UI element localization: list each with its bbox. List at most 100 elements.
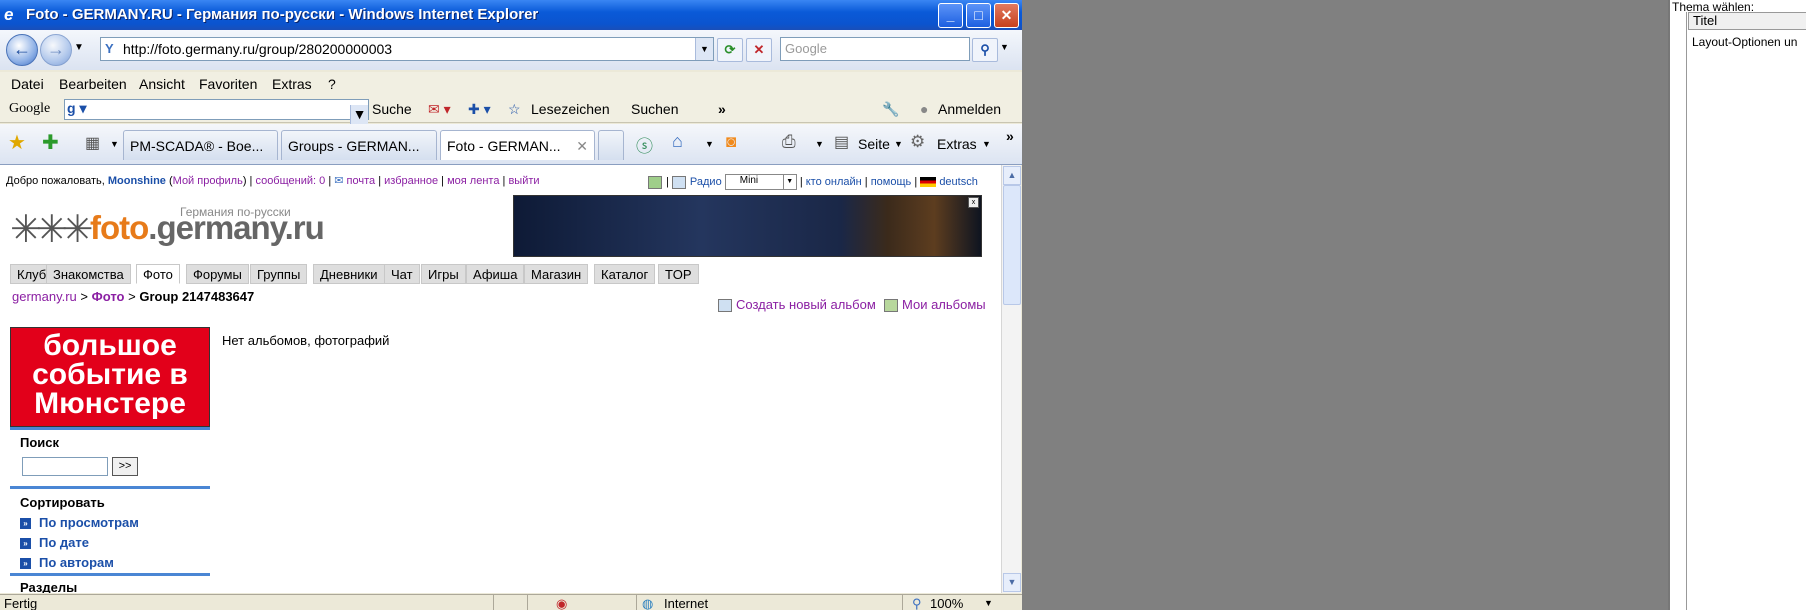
privacy-icon[interactable]: ◉: [556, 596, 567, 610]
ad-banner[interactable]: x: [513, 195, 982, 257]
scroll-thumb[interactable]: [1003, 185, 1021, 305]
skype-icon[interactable]: ⓢ: [636, 132, 653, 157]
crumb-site[interactable]: germany.ru: [12, 289, 77, 304]
google-plus-icon[interactable]: ✚ ▾: [468, 101, 491, 118]
create-album-link[interactable]: Создать новый альбом: [718, 297, 876, 313]
tab-pm-scada[interactable]: PM-SCADA® - Boe...: [123, 130, 278, 160]
nav-shop[interactable]: Магазин: [524, 264, 589, 284]
scroll-up-icon[interactable]: ▲: [1003, 166, 1021, 185]
menu-datei[interactable]: Datei: [11, 76, 44, 92]
sidebar-search-input[interactable]: [22, 457, 108, 476]
menu-extras[interactable]: Extras: [272, 76, 312, 92]
search-options-icon[interactable]: ▼: [1000, 42, 1009, 52]
minimize-button[interactable]: _: [938, 3, 963, 28]
forward-icon[interactable]: →: [40, 34, 72, 66]
tab-foto[interactable]: Foto - GERMAN... ✕: [440, 130, 595, 160]
stop-icon[interactable]: ✕: [746, 38, 772, 62]
layout-options-row[interactable]: Layout-Optionen un: [1692, 35, 1797, 49]
nav-groups[interactable]: Группы: [250, 264, 308, 284]
divider: [10, 427, 210, 430]
anmelden-button[interactable]: Anmelden: [938, 101, 1001, 117]
print-icon[interactable]: ⎙: [782, 132, 796, 152]
extras-dropdown-icon[interactable]: ▼: [982, 139, 991, 149]
tab-close-icon[interactable]: ✕: [576, 131, 588, 160]
anmelden-icon: ●: [920, 101, 929, 117]
back-icon[interactable]: ←: [6, 34, 38, 66]
print-dropdown-icon[interactable]: ▼: [815, 139, 824, 149]
radio-link[interactable]: Радио: [690, 176, 722, 188]
favorites-link[interactable]: избранное: [384, 175, 438, 187]
help-link[interactable]: помощь: [871, 176, 912, 188]
tab-list-icon[interactable]: ▼: [110, 139, 119, 149]
extras-button[interactable]: Extras: [937, 136, 977, 152]
search-go-icon[interactable]: ⚲: [972, 38, 998, 62]
username-link[interactable]: Moonshine: [108, 175, 166, 187]
new-tab-button[interactable]: [598, 130, 624, 160]
google-search-input[interactable]: g ▾ ▼: [64, 99, 369, 124]
add-favorite-icon[interactable]: ✚: [42, 130, 59, 155]
my-albums-link[interactable]: Мои альбомы: [884, 297, 986, 313]
banner-close-icon[interactable]: x: [968, 197, 979, 208]
online-link[interactable]: кто онлайн: [806, 176, 862, 188]
nav-forums[interactable]: Форумы: [186, 264, 249, 284]
nav-games[interactable]: Игры: [421, 264, 466, 284]
sort-by-date[interactable]: » По дате: [20, 535, 89, 550]
nav-diaries[interactable]: Дневники: [313, 264, 385, 284]
home-dropdown-icon[interactable]: ▼: [705, 139, 714, 149]
zoom-level[interactable]: 100%: [930, 596, 963, 610]
nav-chat[interactable]: Чат: [384, 264, 420, 284]
sort-by-author[interactable]: » По авторам: [20, 555, 114, 570]
menu-favoriten[interactable]: Favoriten: [199, 76, 257, 92]
google-search-button[interactable]: Suche: [372, 101, 412, 117]
google-tools-icon[interactable]: ✉ ▾: [428, 101, 451, 118]
wrench-icon[interactable]: 🔧: [882, 101, 899, 118]
maximize-button[interactable]: □: [966, 3, 991, 28]
menu-bearbeiten[interactable]: Bearbeiten: [59, 76, 127, 92]
messages-link[interactable]: сообщений: 0: [255, 175, 325, 187]
quick-tabs-icon[interactable]: ▦: [85, 133, 100, 153]
mail-link[interactable]: почта: [347, 175, 376, 187]
toolbar-more-icon[interactable]: »: [1006, 128, 1014, 144]
favorites-star-icon[interactable]: ★: [8, 130, 26, 155]
suchen-button[interactable]: Suchen: [631, 101, 678, 117]
arrow-bullet-icon: »: [20, 518, 31, 530]
seite-dropdown-icon[interactable]: ▼: [894, 139, 903, 149]
title-column-header[interactable]: Titel: [1688, 12, 1806, 30]
mini-select[interactable]: Mini ▼: [724, 174, 797, 190]
site-logo-icon[interactable]: ✳✳✳: [10, 207, 93, 252]
history-dropdown-icon[interactable]: ▼: [74, 42, 84, 53]
feeds-icon[interactable]: ◙: [726, 132, 736, 152]
vertical-scrollbar[interactable]: ▲ ▼: [1001, 165, 1021, 593]
close-button[interactable]: ✕: [994, 3, 1019, 28]
nav-poster[interactable]: Афиша: [466, 264, 525, 284]
google-dropdown-icon[interactable]: ▼: [350, 105, 368, 124]
title-bar[interactable]: e Foto - GERMANY.RU - Германия по-русски…: [0, 0, 1022, 30]
calendar-icon[interactable]: [648, 175, 662, 189]
search-input[interactable]: Google: [780, 37, 970, 61]
sort-by-views[interactable]: » По просмотрам: [20, 515, 139, 530]
seite-button[interactable]: Seite: [858, 136, 890, 152]
address-bar[interactable]: Y http://foto.germany.ru/group/280200000…: [100, 37, 714, 61]
bookmarks-button[interactable]: Lesezeichen: [531, 101, 610, 117]
nav-foto[interactable]: Фото: [136, 264, 180, 284]
address-dropdown-icon[interactable]: ▼: [695, 38, 713, 60]
feed-link[interactable]: моя лента: [447, 175, 499, 187]
nav-top[interactable]: TOP: [658, 264, 699, 284]
menu-ansicht[interactable]: Ansicht: [139, 76, 185, 92]
nav-dating[interactable]: Знакомства: [46, 264, 131, 284]
home-icon[interactable]: ⌂: [672, 131, 683, 152]
tab-groups[interactable]: Groups - GERMAN...: [281, 130, 437, 160]
nav-catalog[interactable]: Каталог: [594, 264, 656, 284]
menu-help[interactable]: ?: [328, 76, 336, 92]
refresh-icon[interactable]: ⟳: [717, 38, 743, 62]
more-button[interactable]: »: [718, 101, 726, 117]
crumb-foto[interactable]: Фото: [92, 289, 125, 304]
promo-banner[interactable]: большое событие в Мюнстере: [10, 327, 210, 427]
divider: [636, 595, 637, 610]
zoom-dropdown-icon[interactable]: ▼: [984, 598, 993, 608]
language-link[interactable]: deutsch: [939, 176, 978, 188]
sidebar-search-button[interactable]: >>: [112, 457, 138, 476]
scroll-down-icon[interactable]: ▼: [1003, 573, 1021, 592]
logout-link[interactable]: выйти: [508, 175, 539, 187]
profile-link[interactable]: Мой профиль: [173, 175, 243, 187]
